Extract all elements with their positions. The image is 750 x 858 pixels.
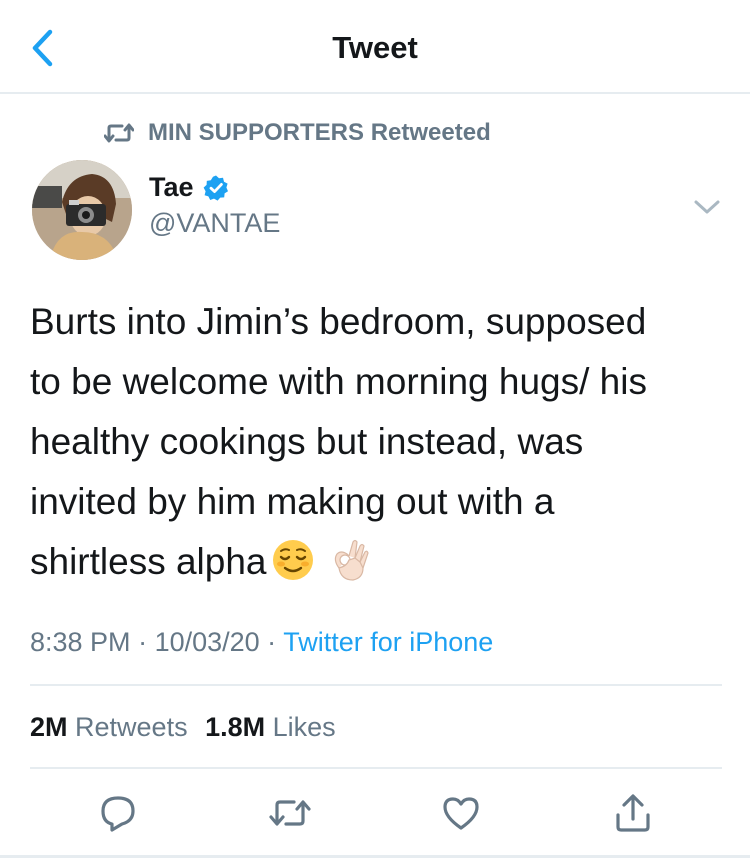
verified-badge-icon <box>203 175 228 201</box>
reply-button[interactable] <box>95 790 141 836</box>
meta-separator: · <box>130 627 155 657</box>
likes-stat[interactable]: 1.8M Likes <box>205 712 336 742</box>
ok-hand-emoji <box>334 539 369 581</box>
tweet-source-link[interactable]: Twitter for iPhone <box>283 627 493 657</box>
tweet-line: invited by him making out with a <box>30 481 555 522</box>
likes-count: 1.8M <box>205 712 266 742</box>
tweet-meta: 8:38 PM · 10/03/20 · Twitter for iPhone <box>30 627 493 658</box>
tweet-line: healthy cookings but instead, was <box>30 421 584 462</box>
relieved-face-emoji <box>272 540 313 580</box>
meta-separator: · <box>259 627 284 657</box>
retweet-context-label: MIN SUPPORTERS Retweeted <box>148 119 491 146</box>
likes-label: Likes <box>272 712 336 742</box>
tweet-line: Burts into Jimin’s bedroom, supposed <box>30 301 647 342</box>
tweet-date: 10/03/20 <box>154 627 260 657</box>
page-title: Tweet <box>332 30 418 65</box>
share-icon <box>616 794 650 832</box>
retweets-count: 2M <box>30 712 68 742</box>
tweet-line: shirtless alpha <box>30 541 267 582</box>
retweet-context[interactable]: MIN SUPPORTERS Retweeted <box>104 116 491 150</box>
tweet-options-button[interactable] <box>692 195 722 219</box>
retweet-button[interactable] <box>267 790 313 836</box>
like-button[interactable] <box>438 790 484 836</box>
author-handle[interactable]: @VANTAE <box>149 208 280 239</box>
retweet-icon <box>269 800 311 826</box>
retweets-label: Retweets <box>75 712 188 742</box>
tweet-stats: 2M Retweets 1.8M Likes <box>30 712 336 743</box>
heart-icon <box>443 797 479 830</box>
nav-bar: Tweet <box>0 0 750 94</box>
divider <box>30 767 722 769</box>
tweet-detail-screen: Tweet MIN SUPPORTERS Retweeted Tae @VANT… <box>0 0 750 858</box>
chevron-down-icon <box>694 200 720 214</box>
author-name-row[interactable]: Tae <box>149 172 230 203</box>
reply-icon <box>101 796 135 832</box>
avatar-photo <box>32 160 132 260</box>
tweet-line-last: shirtless alpha <box>30 532 730 592</box>
retweet-icon <box>104 123 134 143</box>
tweet-time: 8:38 PM <box>30 627 131 657</box>
tweet-text: Burts into Jimin’s bedroom, supposed to … <box>30 292 730 592</box>
author-name: Tae <box>149 172 194 202</box>
divider <box>30 684 722 686</box>
avatar[interactable] <box>32 160 132 260</box>
retweets-stat[interactable]: 2M Retweets <box>30 712 188 742</box>
share-button[interactable] <box>610 790 656 836</box>
tweet-line: to be welcome with morning hugs/ his <box>30 361 647 402</box>
